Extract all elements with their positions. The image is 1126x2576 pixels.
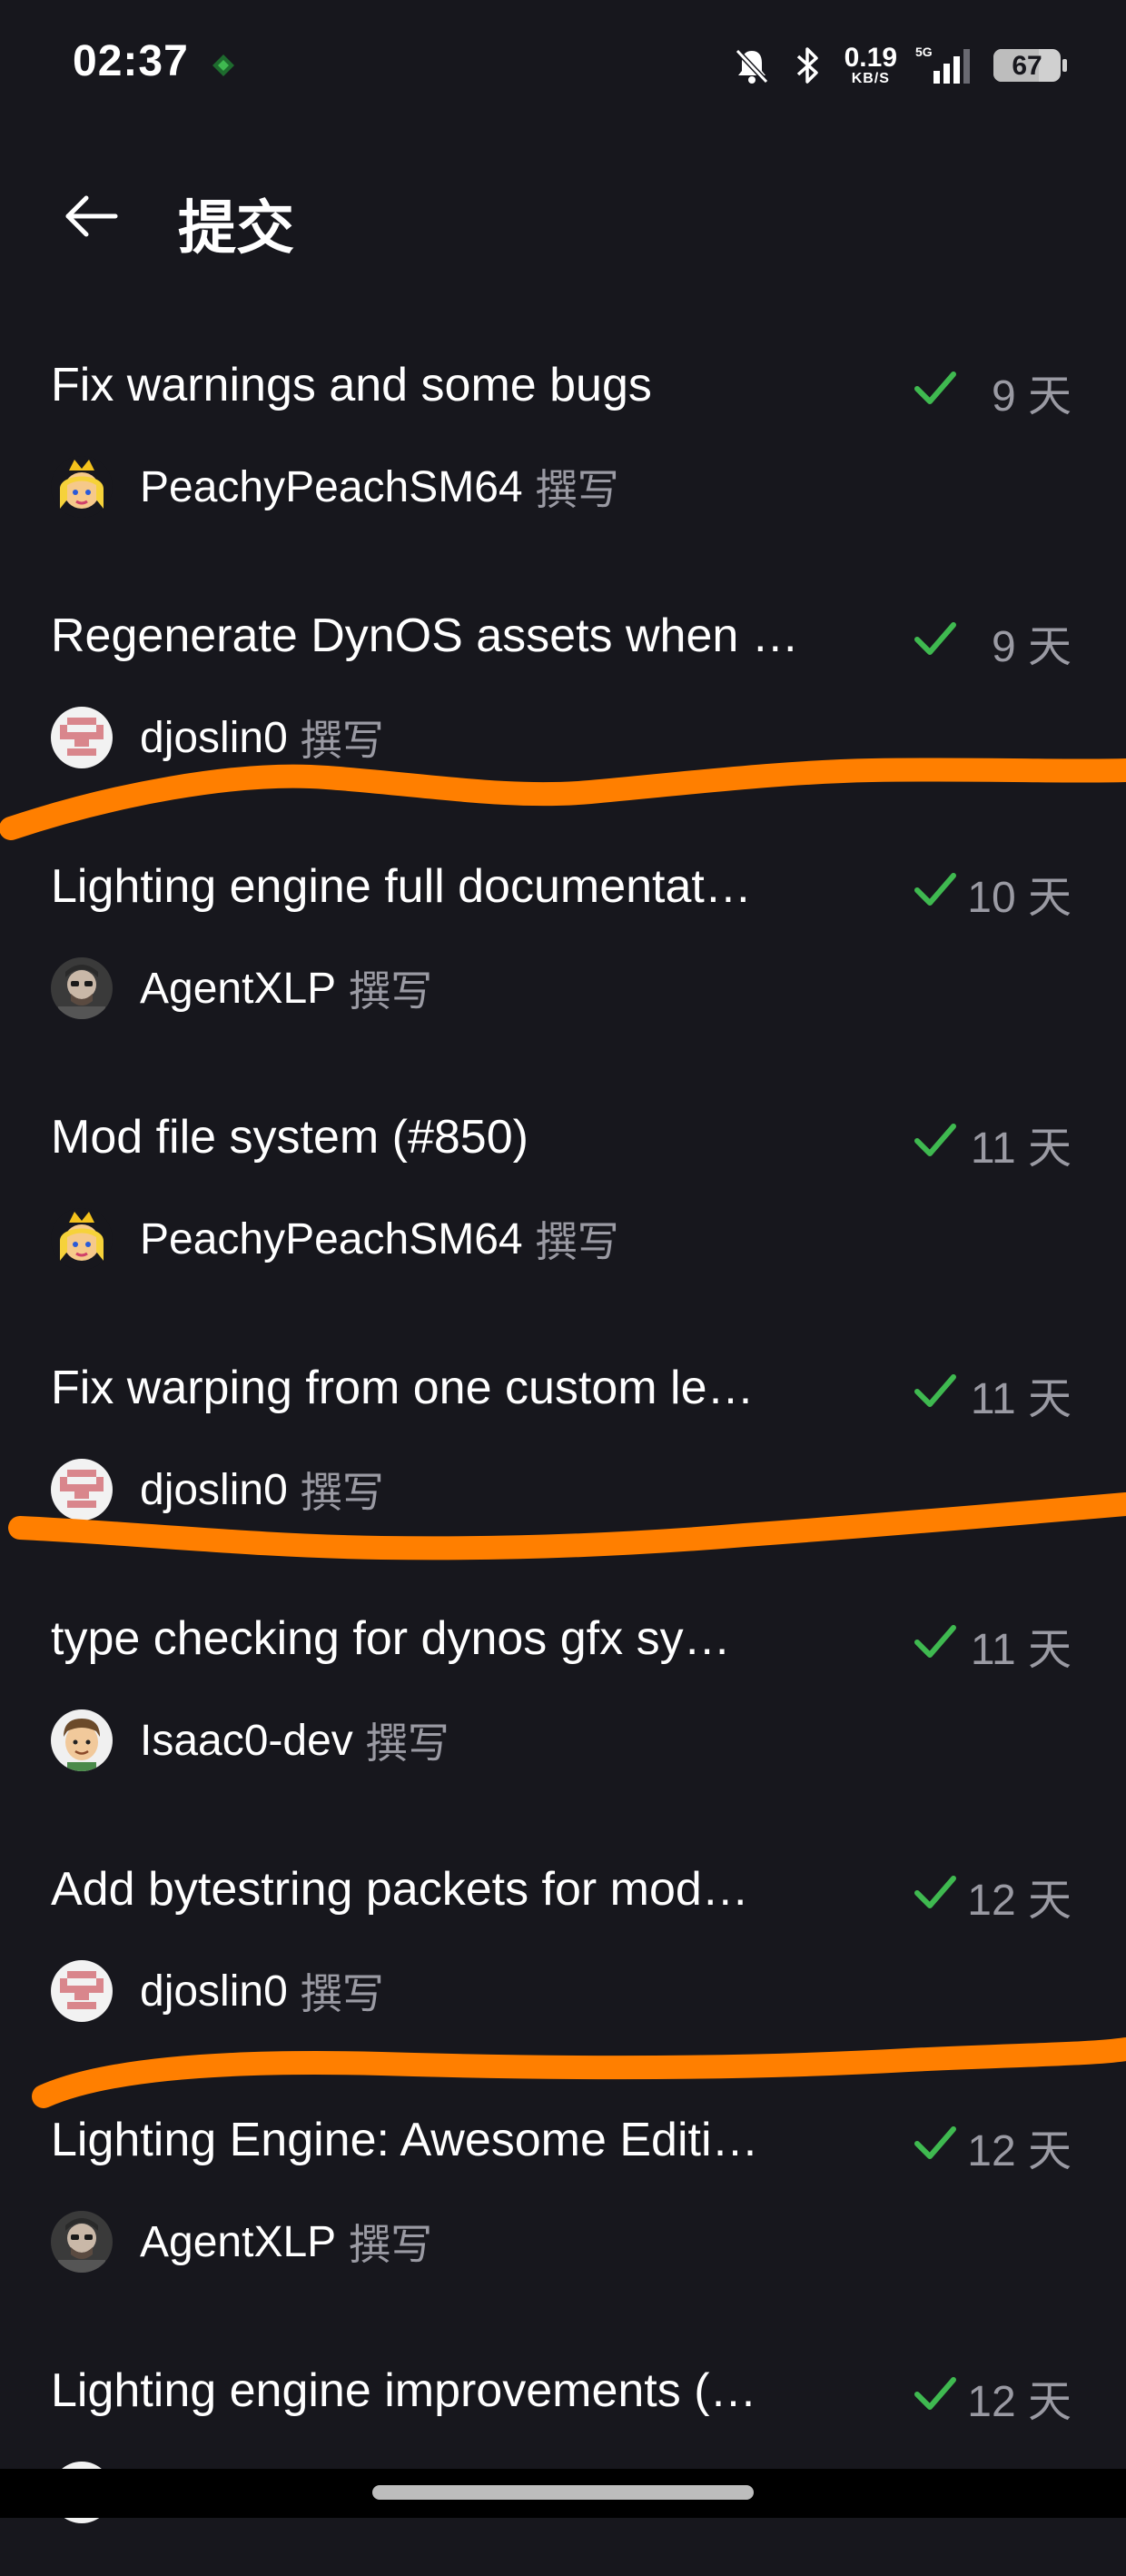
- network-speed: 0.19 KB/S: [844, 45, 897, 86]
- page-title: 提交: [178, 195, 294, 261]
- commit-age: 12 天: [967, 1877, 1072, 1925]
- commit-age: 10 天: [967, 874, 1072, 922]
- commit-meta: PeachyPeachSM64 撰写: [51, 1206, 619, 1272]
- avatar[interactable]: [51, 957, 113, 1019]
- commit-item[interactable]: Mod file system (#850) 11 天 PeachyPeachSM6…: [0, 1072, 1126, 1323]
- commit-author[interactable]: PeachyPeachSM64: [140, 462, 523, 512]
- network-speed-value: 0.19: [844, 43, 897, 73]
- commit-title: Regenerate DynOS assets when …: [51, 609, 799, 662]
- commit-title: Fix warping from one custom le…: [51, 1362, 755, 1414]
- commit-title: Mod file system (#850): [51, 1111, 528, 1164]
- commit-item[interactable]: Regenerate DynOS assets when … 9 天 djoslin…: [0, 570, 1126, 821]
- authored-label: 撰写: [349, 967, 433, 1015]
- check-icon: [912, 1871, 959, 1913]
- commit-age: 11 天: [970, 1125, 1072, 1173]
- commit-title: Lighting Engine: Awesome Editi…: [51, 2114, 759, 2166]
- commit-author[interactable]: djoslin0: [140, 1465, 288, 1515]
- commit-meta: AgentXLP 撰写: [51, 2209, 432, 2274]
- commit-meta: AgentXLP 撰写: [51, 956, 432, 1021]
- bell-off-icon: [732, 44, 772, 87]
- signal-icon: 5G: [914, 44, 977, 87]
- check-icon: [912, 2122, 959, 2164]
- avatar[interactable]: [51, 1709, 113, 1771]
- authored-label: 撰写: [300, 1970, 384, 2017]
- back-button[interactable]: [51, 180, 133, 253]
- commit-author[interactable]: PeachyPeachSM64: [140, 1214, 523, 1264]
- check-icon: [912, 868, 959, 910]
- avatar[interactable]: [51, 1459, 113, 1521]
- commit-title: Fix warnings and some bugs: [51, 359, 652, 411]
- status-time: 02:37: [73, 37, 189, 85]
- commit-author[interactable]: djoslin0: [140, 1967, 288, 2016]
- battery-level: 67: [1012, 51, 1042, 81]
- network-speed-unit: KB/S: [851, 71, 890, 86]
- app-bug-icon: [212, 54, 234, 76]
- authored-label: 撰写: [349, 2221, 433, 2268]
- avatar[interactable]: [51, 456, 113, 518]
- commit-author[interactable]: djoslin0: [140, 713, 288, 763]
- check-icon: [912, 618, 959, 659]
- commit-item[interactable]: Lighting engine full documentat… 10 天 Agen…: [0, 821, 1126, 1072]
- commit-item[interactable]: Lighting engine improvements (…12 天djosl…: [0, 2325, 1126, 2576]
- commit-item[interactable]: Fix warnings and some bugs 9 天 PeachyPeach…: [0, 320, 1126, 570]
- commit-item[interactable]: type checking for dynos gfx sy… 11 天 Isaac…: [0, 1573, 1126, 1824]
- commit-meta: PeachyPeachSM64 撰写: [51, 454, 619, 520]
- check-icon: [912, 2373, 959, 2414]
- network-type-label: 5G: [915, 45, 933, 59]
- home-indicator[interactable]: [372, 2485, 754, 2500]
- commit-title: Add bytestring packets for mod…: [51, 1863, 749, 1916]
- authored-label: 撰写: [300, 717, 384, 764]
- bluetooth-icon: [788, 44, 828, 87]
- status-bar: 02:37 0.19 KB/S 5G 67: [0, 0, 1126, 136]
- app-header: 提交: [0, 154, 1126, 282]
- commit-meta: djoslin0 撰写: [51, 705, 384, 770]
- avatar[interactable]: [51, 1208, 113, 1270]
- commit-title: Lighting engine full documentat…: [51, 860, 752, 913]
- commit-age: 12 天: [967, 2127, 1072, 2175]
- commit-age: 12 天: [967, 2378, 1072, 2426]
- avatar[interactable]: [51, 707, 113, 768]
- authored-label: 撰写: [300, 1469, 384, 1516]
- check-icon: [912, 367, 959, 409]
- commit-author[interactable]: AgentXLP: [140, 2217, 336, 2267]
- avatar[interactable]: [51, 1960, 113, 2022]
- avatar[interactable]: [51, 2211, 113, 2273]
- arrow-left-icon: [65, 195, 118, 237]
- status-icons: 0.19 KB/S 5G 67: [732, 38, 1067, 93]
- commit-title: Lighting engine improvements (…: [51, 2364, 757, 2417]
- commit-list: Fix warnings and some bugs 9 天 PeachyPeach…: [0, 320, 1126, 2576]
- commit-author[interactable]: AgentXLP: [140, 964, 336, 1014]
- check-icon: [912, 1119, 959, 1161]
- battery-icon: 67: [993, 49, 1067, 82]
- authored-label: 撰写: [365, 1719, 449, 1767]
- authored-label: 撰写: [535, 466, 619, 513]
- commit-title: type checking for dynos gfx sy…: [51, 1612, 731, 1665]
- commit-meta: djoslin0 撰写: [51, 1457, 384, 1522]
- commit-meta: djoslin0 撰写: [51, 1958, 384, 2024]
- check-icon: [912, 1620, 959, 1662]
- commit-age: 9 天: [991, 623, 1072, 671]
- commit-meta: Isaac0-dev 撰写: [51, 1708, 449, 1773]
- commit-author[interactable]: Isaac0-dev: [140, 1716, 353, 1766]
- commit-item[interactable]: Fix warping from one custom le… 11 天 djosl…: [0, 1323, 1126, 1573]
- commit-age: 9 天: [991, 372, 1072, 421]
- commit-item[interactable]: Lighting Engine: Awesome Editi… 12 天 Agent…: [0, 2075, 1126, 2325]
- commit-item[interactable]: Add bytestring packets for mod… 12 天 djosl…: [0, 1824, 1126, 2075]
- commit-age: 11 天: [970, 1375, 1072, 1423]
- check-icon: [912, 1370, 959, 1412]
- authored-label: 撰写: [535, 1218, 619, 1265]
- commit-age: 11 天: [970, 1626, 1072, 1674]
